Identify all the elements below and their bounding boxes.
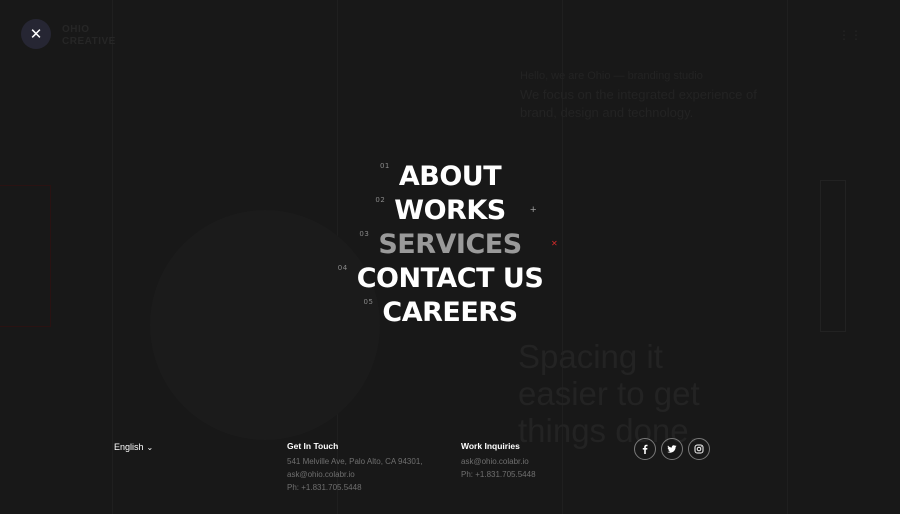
work-inquiries-heading: Work Inquiries <box>461 441 520 451</box>
cross-icon: ✕ <box>551 239 558 248</box>
menu-item-number: 03 <box>359 230 370 238</box>
background-intro-lead: We focus on the integrated experience of… <box>520 87 757 120</box>
plus-icon: + <box>530 204 537 216</box>
get-in-touch-section: Get In Touch 541 Melville Ave, Palo Alto… <box>287 441 423 494</box>
background-logo: OHIO CREATIVE <box>62 24 116 47</box>
instagram-icon <box>694 444 704 454</box>
menu-item-label: 05 CAREERS <box>364 296 519 330</box>
menu-item-number: 02 <box>375 196 386 204</box>
work-inquiries-section: Work Inquiries ask@ohio.colabr.io Ph: +1… <box>461 441 536 481</box>
menu-item-label: 02 WORKS <box>375 194 506 228</box>
menu-item-number: 04 <box>337 264 348 272</box>
menu-item-contact-us[interactable]: 04 CONTACT US <box>0 262 900 296</box>
menu-item-text: ABOUT <box>398 161 502 192</box>
chevron-down-icon: ⌄ <box>146 443 154 452</box>
menu-item-number: 05 <box>363 298 374 306</box>
inquiries-phone-link[interactable]: Ph: +1.831.705.5448 <box>461 468 536 481</box>
background-intro-small: Hello, we are Ohio — branding studio <box>520 70 703 82</box>
menu-item-text: CONTACT US <box>356 263 544 294</box>
menu-item-services[interactable]: 03 SERVICES <box>0 228 900 262</box>
language-selector[interactable]: English ⌄ <box>114 442 153 452</box>
social-links <box>634 438 710 460</box>
menu-item-label: 01 ABOUT <box>380 160 502 194</box>
facebook-icon <box>642 444 648 454</box>
menu-item-text: CAREERS <box>382 297 518 328</box>
background-headline: Spacing it easier to get things done. <box>518 338 700 449</box>
close-menu-button[interactable]: ✕ <box>21 19 51 49</box>
contact-phone-link[interactable]: Ph: +1.831.705.5448 <box>287 481 423 494</box>
contact-email-link[interactable]: ask@ohio.colabr.io <box>287 468 423 481</box>
menu-item-number: 01 <box>379 162 390 170</box>
menu-item-works[interactable]: 02 WORKS <box>0 194 900 228</box>
language-label: English <box>114 442 144 452</box>
background-menu-dots-icon: ⋮⋮ <box>838 28 862 42</box>
menu-item-text: WORKS <box>394 195 506 226</box>
menu-item-text: SERVICES <box>378 229 522 260</box>
close-icon: ✕ <box>29 25 43 43</box>
menu-item-label: 03 SERVICES <box>359 228 522 262</box>
inquiries-email-link[interactable]: ask@ohio.colabr.io <box>461 455 536 468</box>
instagram-button[interactable] <box>688 438 710 460</box>
menu-item-label: 04 CONTACT US <box>338 262 544 296</box>
menu-item-careers[interactable]: 05 CAREERS <box>0 296 900 330</box>
address-text: 541 Melville Ave, Palo Alto, CA 94301, <box>287 457 423 466</box>
facebook-button[interactable] <box>634 438 656 460</box>
twitter-button[interactable] <box>661 438 683 460</box>
main-menu: 01 ABOUT 02 WORKS 03 SERVICES 04 CONTACT… <box>0 160 900 330</box>
get-in-touch-heading: Get In Touch <box>287 441 339 451</box>
background-intro: Hello, we are Ohio — branding studio We … <box>520 70 760 122</box>
twitter-icon <box>667 445 677 453</box>
menu-item-about[interactable]: 01 ABOUT <box>0 160 900 194</box>
